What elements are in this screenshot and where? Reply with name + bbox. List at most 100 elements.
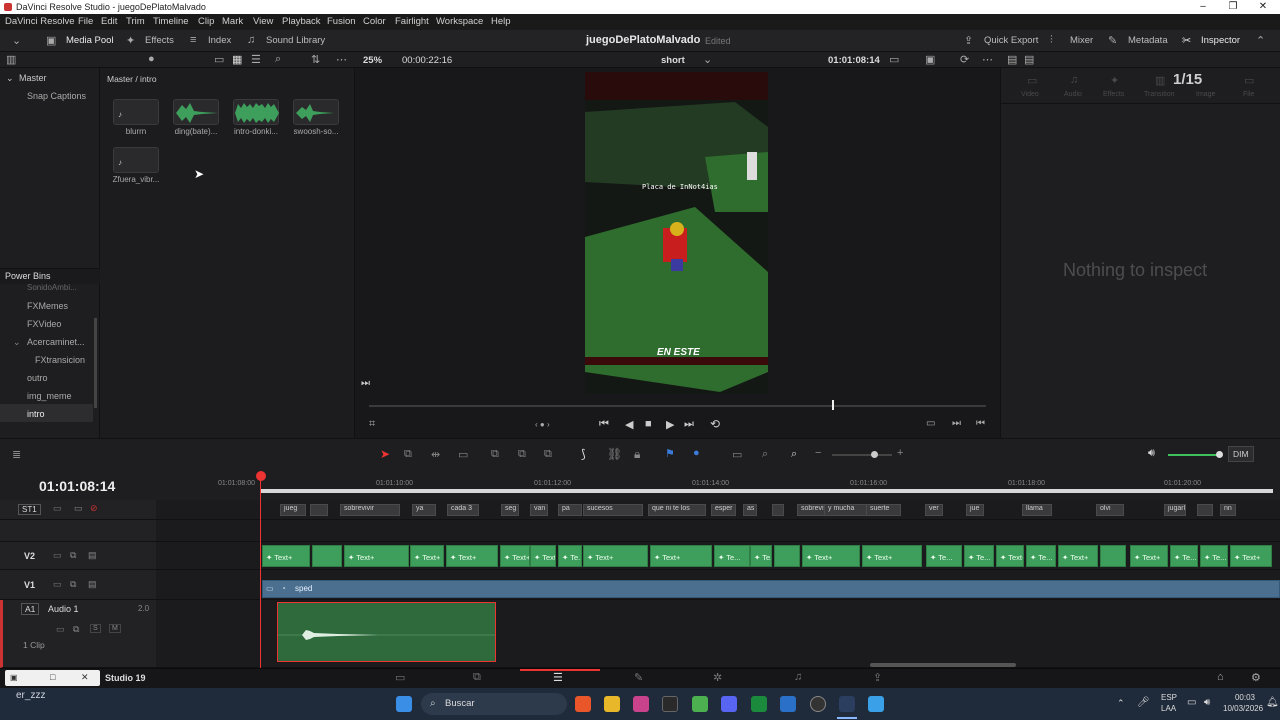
quick-export-icon[interactable]: ⇪ [964, 34, 973, 47]
collapse-icon[interactable]: ⌃ [1256, 34, 1265, 47]
auto-track-icon[interactable]: ⧉ [70, 579, 76, 590]
track-label-a1[interactable]: A1 [21, 603, 40, 615]
timeline-ruler[interactable]: 01:01:08:00 01:01:10:00 01:01:12:00 01:0… [156, 470, 1280, 500]
subtitle-clip[interactable]: jue [966, 504, 984, 516]
deliver-page-icon[interactable]: ⇪ [873, 671, 882, 684]
media-pool-icon[interactable]: ▣ [46, 34, 56, 47]
text-plus-clip[interactable]: ✦ Te... [750, 545, 772, 567]
index-icon[interactable]: ≡ [190, 34, 196, 46]
grid-view-icon[interactable]: ▦ [232, 53, 242, 66]
horizontal-scrollbar[interactable] [870, 663, 1016, 667]
audio-clip[interactable] [277, 602, 496, 662]
trim-tool-icon[interactable]: ⧉ [404, 448, 412, 461]
list-view-icon[interactable]: ☰ [251, 53, 261, 66]
sound-library-icon[interactable]: ♫ [247, 34, 255, 46]
menu-clip[interactable]: Clip [198, 16, 214, 27]
track-label-v2[interactable]: V2 [24, 551, 35, 561]
jog-icon[interactable]: ‹ ● › [535, 420, 550, 429]
spreadsheet-icon[interactable] [751, 696, 767, 712]
media-page-icon[interactable]: ▭ [395, 671, 405, 684]
subtitle-clip[interactable]: ya [412, 504, 436, 516]
subtitle-clip[interactable]: cada 3 [447, 504, 479, 516]
index-button[interactable]: Index [208, 35, 231, 46]
menu-fusion[interactable]: Fusion [327, 16, 356, 27]
thumb-size-slider[interactable]: ● [148, 53, 155, 65]
tab-transition[interactable]: Transition [1144, 91, 1174, 98]
davinci-taskbar-icon[interactable] [839, 696, 855, 712]
dynamic-trim-icon[interactable]: ⇹ [431, 448, 440, 461]
power-bin-item[interactable]: img_meme [27, 391, 72, 401]
tab-image[interactable]: Image [1196, 91, 1215, 98]
language-indicator[interactable]: ESP [1161, 693, 1177, 702]
crop-icon[interactable]: ⌗ [369, 418, 375, 431]
fusion-page-icon[interactable]: ✎ [634, 671, 643, 684]
clock-time[interactable]: 00:03 [1219, 693, 1255, 702]
auto-track-icon[interactable]: ⧉ [73, 624, 79, 635]
scrollbar[interactable] [94, 318, 97, 408]
app-icon[interactable] [633, 696, 649, 712]
track-label-v1[interactable]: V1 [24, 580, 35, 590]
network-icon[interactable]: ▭ [1187, 697, 1196, 708]
menu-fairlight[interactable]: Fairlight [395, 16, 429, 27]
track-visible-icon[interactable]: ▤ [88, 550, 97, 561]
flag-icon[interactable]: ⚑ [665, 447, 675, 460]
zoom-full-icon[interactable]: ▭ [732, 448, 742, 461]
transition-tab-icon[interactable]: ▥ [1155, 74, 1165, 87]
effects-button[interactable]: Effects [145, 35, 174, 46]
clip-display-icon[interactable]: ▣ [925, 53, 935, 66]
tab-icon[interactable]: ▣ [10, 673, 18, 682]
power-bin-item[interactable]: FXVideo [27, 319, 61, 329]
cut-page-icon[interactable]: ⧉ [473, 671, 481, 684]
text-plus-clip[interactable]: ✦ Te... [558, 545, 582, 567]
mixer-button[interactable]: Mixer [1070, 35, 1093, 46]
next-edit-icon[interactable]: ⏭ [952, 418, 961, 429]
subtitle-clip[interactable]: sobrevivir [340, 504, 400, 516]
loop-icon[interactable]: ⟲ [710, 417, 720, 431]
menu-file[interactable]: File [78, 16, 93, 27]
volume-slider[interactable] [1168, 454, 1220, 456]
home-icon[interactable]: ⌂ [1217, 671, 1224, 683]
sidebar-toggle-icon[interactable]: ▥ [6, 53, 16, 66]
selection-tool-icon[interactable]: ➤ [380, 447, 390, 461]
text-plus-clip[interactable] [1100, 545, 1126, 567]
notes-icon[interactable] [692, 696, 708, 712]
menu-trim[interactable]: Trim [126, 16, 145, 27]
track-disabled-icon[interactable]: ⊘ [90, 503, 98, 514]
subtitle-clip[interactable]: suerte [866, 504, 901, 516]
play-reverse-button[interactable]: ◀ [625, 418, 633, 431]
chevron-down-icon[interactable]: ⌄ [703, 53, 712, 66]
subtitle-clip[interactable] [1197, 504, 1213, 516]
timeline-options-icon[interactable]: ≣ [12, 448, 21, 461]
text-plus-clip[interactable]: ✦ Text+ [1130, 545, 1168, 567]
text-plus-clip[interactable]: ✦ Text+ [344, 545, 409, 567]
capcut-icon[interactable] [662, 696, 678, 712]
sort-icon[interactable]: ⇅ [311, 53, 320, 66]
menu-timeline[interactable]: Timeline [153, 16, 189, 27]
media-clip-thumbnail[interactable] [293, 99, 339, 125]
timeline-name[interactable]: short [661, 55, 685, 66]
edit-page-icon[interactable]: ☰ [553, 671, 563, 684]
speaker-icon[interactable]: 🔊︎ [1204, 697, 1210, 708]
media-clip-thumbnail[interactable]: ♪ [113, 147, 159, 173]
volume-icon[interactable]: 🔊︎ [1148, 447, 1155, 460]
zoom-detail-icon[interactable]: ⌕ [762, 448, 768, 461]
chevron-down-icon[interactable]: ⌄ [13, 337, 21, 348]
blade-tool-icon[interactable]: ▭ [458, 448, 468, 461]
power-bin-item-selected[interactable]: intro [27, 409, 45, 419]
skip-start-button[interactable]: ⏮ [599, 418, 609, 431]
power-bin-item[interactable]: outro [27, 373, 48, 383]
subtitle-clip[interactable]: ver [925, 504, 943, 516]
zoom-out-icon[interactable]: − [815, 447, 821, 459]
subtitle-clip[interactable] [310, 504, 328, 516]
text-plus-clip[interactable]: ✦ Te... [714, 545, 750, 567]
windows-start-icon[interactable] [396, 696, 412, 712]
tab-file[interactable]: File [1243, 91, 1254, 98]
text-plus-clip[interactable]: ✦ Text+ [500, 545, 530, 567]
mute-button[interactable]: M [109, 624, 121, 633]
file-explorer-icon[interactable] [604, 696, 620, 712]
video-clip[interactable]: ▭ ◔ sped [262, 580, 1280, 598]
inspector-layout-icon[interactable]: ▤ [1007, 53, 1017, 66]
menu-edit[interactable]: Edit [101, 16, 117, 27]
match-frame-icon[interactable]: ▭ [926, 418, 935, 429]
subtitle-clip[interactable]: esper [711, 504, 736, 516]
